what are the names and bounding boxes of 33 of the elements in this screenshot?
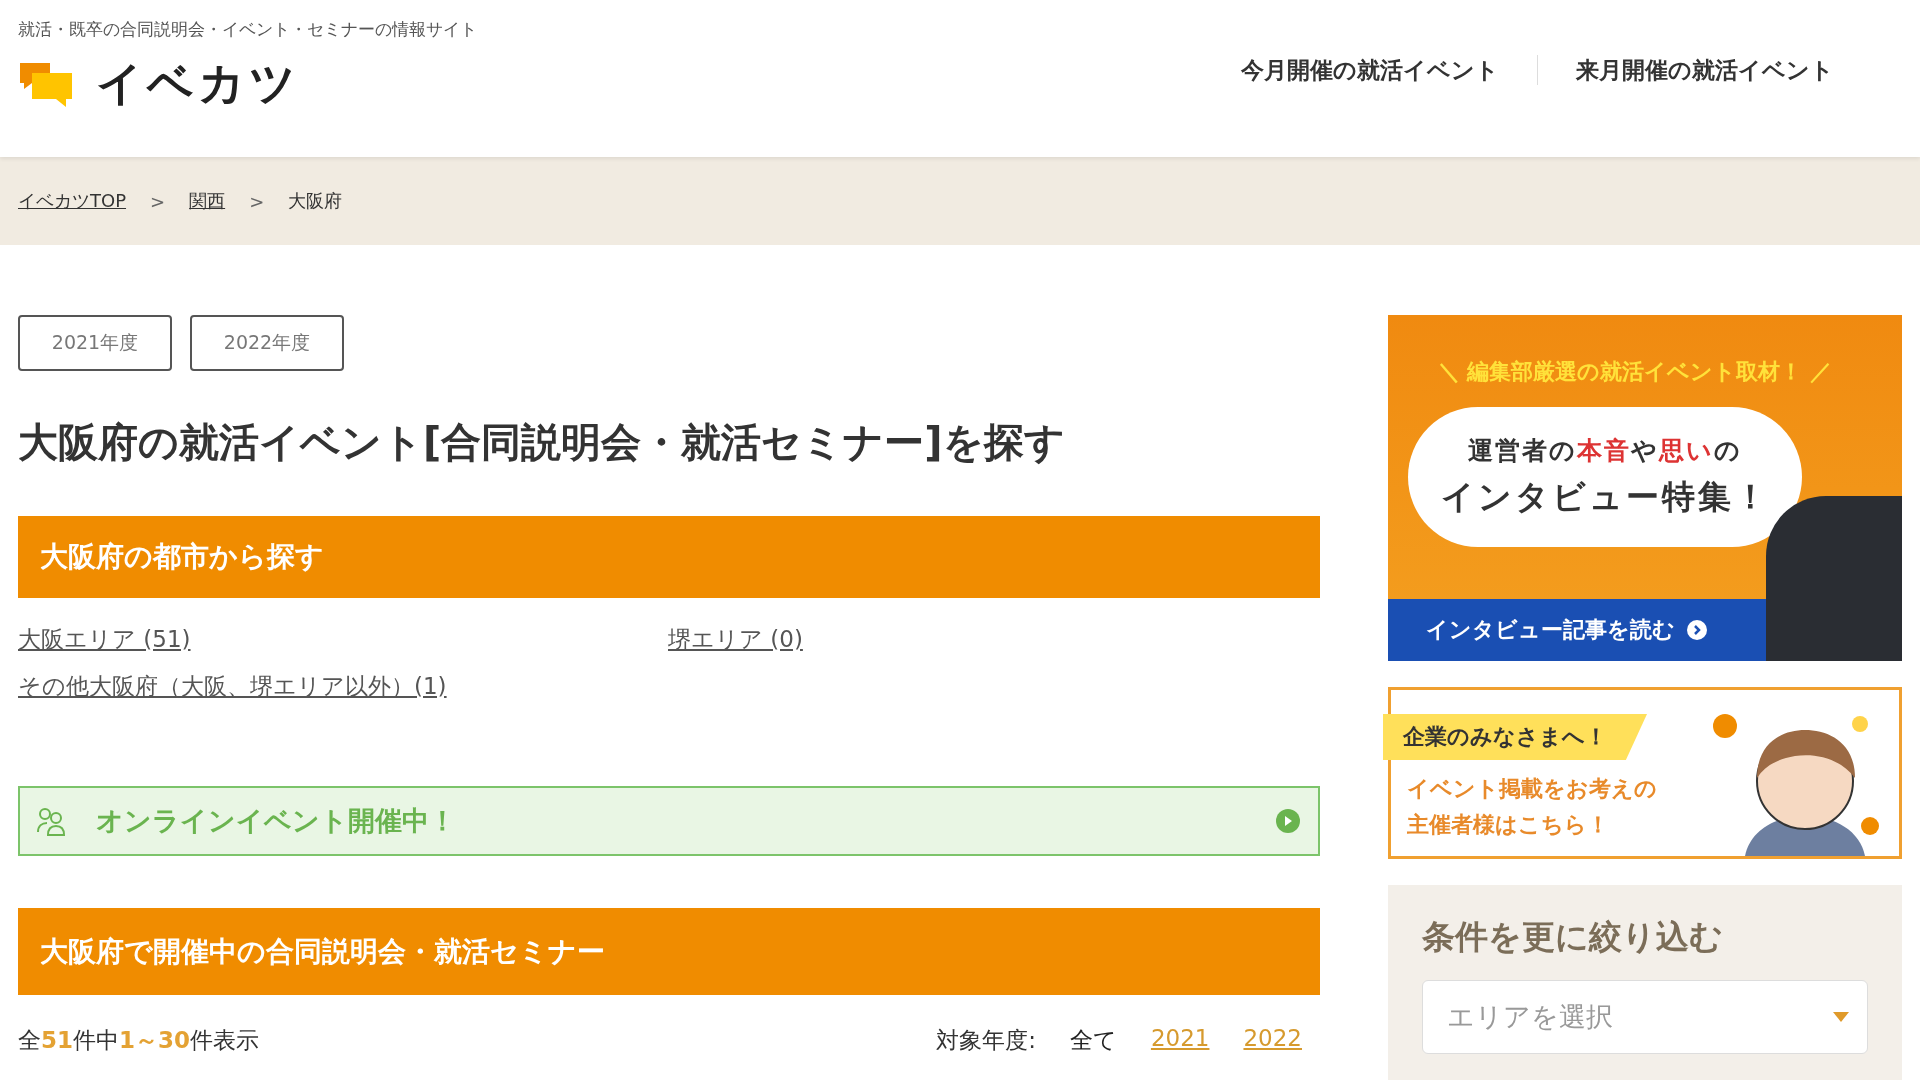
banner-headline: ＼ 編集部厳選の就活イベント取材！ ／ <box>1436 358 1834 386</box>
arrow-circle-icon <box>1276 809 1300 833</box>
arrow-circle-icon <box>1687 620 1707 640</box>
banner-title: インタビュー特集！ <box>1440 476 1770 518</box>
breadcrumb-separator: > <box>249 190 265 212</box>
people-icon <box>36 806 66 836</box>
area-link[interactable]: その他大阪府（大阪、堺エリア以外）(1) <box>18 673 447 699</box>
result-count: 全51件中 1～30件表示 <box>18 1026 260 1055</box>
year-button[interactable]: 2022年度 <box>190 315 344 371</box>
read-interview-button[interactable]: インタビュー記事を読む <box>1388 599 1766 661</box>
nav-link[interactable]: 今月開催の就活イベント <box>1203 54 1537 86</box>
breadcrumb-current: 大阪府 <box>288 189 343 213</box>
filter-heading: 条件を更に絞り込む <box>1422 916 1724 958</box>
site-tagline: 就活・既卒の合同説明会・イベント・セミナーの情報サイト <box>18 18 477 41</box>
breadcrumb-link[interactable]: 関西 <box>189 189 226 213</box>
section-heading: 大阪府の都市から探す <box>18 516 1320 598</box>
interview-banner[interactable]: ＼ 編集部厳選の就活イベント取材！ ／ 運営者の本音や思いの インタビュー特集！ インタビュー記事を読む <box>1388 315 1902 661</box>
nav-link[interactable]: 来月開催の就活イベント <box>1538 54 1872 86</box>
page-title: 大阪府の就活イベント[合同説明会・就活セミナー]を探す <box>18 418 1066 467</box>
caret-icon <box>1833 1012 1849 1022</box>
breadcrumb-link[interactable]: イベカツTOP <box>18 189 127 213</box>
year-filter-label: 対象年度: <box>936 1026 1036 1055</box>
banner-text: 主催者様はこちら！ <box>1407 811 1610 839</box>
breadcrumb-separator: > <box>150 190 166 212</box>
banner-text: イベント掲載をお考えの <box>1407 775 1658 803</box>
area-link[interactable]: 大阪エリア (51) <box>18 626 191 652</box>
site-logo[interactable]: イベカツ <box>18 53 477 115</box>
section-heading: 大阪府で開催中の合同説明会・就活セミナー <box>18 908 1320 995</box>
banner-subline: 運営者の本音や思いの <box>1468 435 1742 467</box>
year-filter-option[interactable]: 全て <box>1069 1025 1117 1056</box>
area-link[interactable]: 堺エリア (0) <box>668 626 803 652</box>
year-button[interactable]: 2021年度 <box>18 315 172 371</box>
banner-tag: 企業のみなさまへ！ <box>1383 714 1647 760</box>
